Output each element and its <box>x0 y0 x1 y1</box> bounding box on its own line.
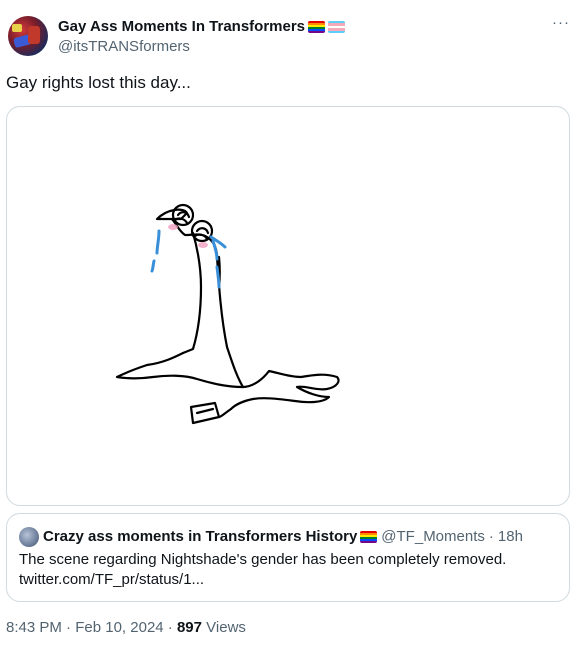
author-handle[interactable]: @itsTRANSformers <box>58 37 190 57</box>
author-name[interactable]: Gay Ass Moments In Transformers <box>58 17 305 37</box>
tweet-date[interactable]: Feb 10, 2024 <box>75 619 163 636</box>
tweet-metadata: 8:43 PM · Feb 10, 2024 · 897 Views <box>6 618 246 638</box>
avatar-art-shape <box>28 26 40 44</box>
quoted-author-handle[interactable]: @TF_Moments <box>381 527 485 547</box>
trans-flag-icon <box>328 21 346 33</box>
quoted-author-name[interactable]: Crazy ass moments in Transformers Histor… <box>43 527 357 547</box>
separator-dot: · <box>66 619 72 636</box>
drawing-image <box>115 203 340 425</box>
more-options-icon[interactable]: ··· <box>552 14 570 31</box>
quoted-tweet-card[interactable]: Crazy ass moments in Transformers Histor… <box>6 513 570 602</box>
quoted-tweet-text: The scene regarding Nightshade's gender … <box>19 550 559 590</box>
quoted-author-avatar[interactable] <box>19 527 39 547</box>
views-count: 897 <box>176 619 202 636</box>
separator-dot: · <box>488 528 494 545</box>
quoted-tweet-text-line: The scene regarding Nightshade's gender … <box>19 551 507 568</box>
quoted-tweet-time[interactable]: 18h <box>498 527 523 547</box>
separator-dot: · <box>167 619 173 636</box>
views-label: Views <box>206 619 246 636</box>
author-name-row[interactable]: Gay Ass Moments In Transformers <box>58 17 346 37</box>
avatar-art-shape <box>12 24 22 32</box>
quoted-tweet-link[interactable]: twitter.com/TF_pr/status/1... <box>19 570 559 590</box>
tweet-media-image[interactable] <box>6 106 570 506</box>
tweet-time[interactable]: 8:43 PM <box>6 619 62 636</box>
author-avatar[interactable] <box>8 16 48 56</box>
tweet-text: Gay rights lost this day... <box>6 73 191 92</box>
rainbow-flag-icon <box>360 531 378 543</box>
rainbow-flag-icon <box>308 21 326 33</box>
quoted-tweet-header: Crazy ass moments in Transformers Histor… <box>43 527 523 547</box>
